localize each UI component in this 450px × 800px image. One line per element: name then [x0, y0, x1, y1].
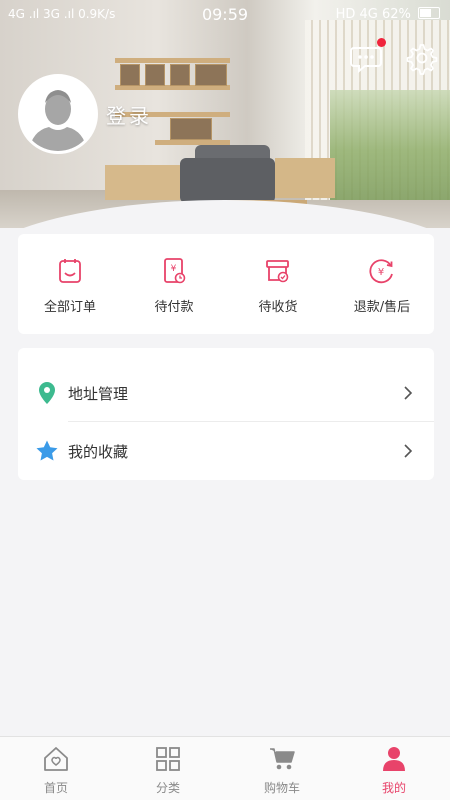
tab-category-label: 分类	[155, 781, 180, 795]
menu-card: 地址管理 我的收藏	[18, 348, 434, 480]
home-icon	[44, 747, 68, 771]
banner-garden	[330, 90, 450, 200]
bottom-tab-bar: 首页 分类 购物车 我的	[0, 736, 450, 800]
grid-icon	[156, 747, 180, 771]
profile-page: 4G .ıl 3G .ıl 0.9K/s 09:59 HD 4G 62% 登录	[0, 0, 450, 800]
star-icon	[36, 440, 58, 461]
tab-category[interactable]: 分类	[112, 737, 224, 800]
location-pin-icon	[39, 382, 55, 404]
banner-box	[145, 64, 165, 86]
unread-badge	[377, 38, 386, 47]
pending-receipt-icon	[266, 260, 289, 283]
banner-shelf	[115, 58, 230, 63]
svg-text:¥: ¥	[171, 264, 177, 274]
battery-icon	[418, 7, 440, 19]
order-refund-label: 退款/售后	[353, 300, 411, 315]
chevron-right-icon	[404, 444, 413, 458]
login-link[interactable]: 登录	[106, 100, 152, 129]
avatar[interactable]	[18, 74, 98, 154]
banner-box	[195, 64, 227, 86]
order-shortcuts-card: 全部订单 ¥ 待付款 待收货 ¥ 退款/售后	[18, 234, 434, 334]
banner-cabinet	[275, 158, 335, 198]
settings-button[interactable]	[404, 40, 440, 76]
order-pending-payment-button[interactable]: ¥ 待付款	[122, 234, 226, 334]
banner-box	[120, 64, 140, 86]
status-battery-text: HD 4G 62%	[335, 7, 411, 22]
banner-box	[170, 118, 212, 140]
svg-text:¥: ¥	[378, 267, 384, 278]
menu-item-address[interactable]: 地址管理	[18, 364, 434, 422]
tab-home-label: 首页	[43, 781, 68, 795]
default-avatar-icon	[21, 77, 95, 151]
pending-payment-icon: ¥	[164, 258, 186, 284]
status-bar: 4G .ıl 3G .ıl 0.9K/s 09:59 HD 4G 62%	[0, 0, 450, 30]
menu-item-favorites[interactable]: 我的收藏	[18, 422, 434, 480]
tab-mine-label: 我的	[381, 781, 406, 795]
order-pending-payment-label: 待付款	[154, 300, 194, 315]
tab-cart-label: 购物车	[263, 781, 300, 795]
order-all-button[interactable]: 全部订单	[18, 234, 122, 334]
refund-icon: ¥	[369, 259, 393, 284]
chevron-right-icon	[404, 386, 413, 400]
tab-mine[interactable]: 我的	[338, 737, 450, 800]
menu-item-favorites-label: 我的收藏	[68, 443, 129, 461]
order-list-icon	[59, 259, 81, 283]
banner-sofa	[180, 158, 275, 203]
tab-home[interactable]: 首页	[0, 737, 112, 800]
person-icon	[383, 747, 405, 771]
cart-icon	[270, 748, 295, 770]
order-refund-button[interactable]: ¥ 退款/售后	[330, 234, 434, 334]
menu-item-address-label: 地址管理	[68, 385, 129, 403]
gear-icon	[406, 44, 438, 75]
status-right: HD 4G 62%	[336, 7, 440, 22]
order-pending-receipt-label: 待收货	[258, 300, 298, 315]
banner-tv-unit	[105, 165, 180, 200]
banner-box	[170, 64, 190, 86]
order-all-label: 全部订单	[43, 300, 96, 315]
order-pending-receipt-button[interactable]: 待收货	[226, 234, 330, 334]
tab-cart[interactable]: 购物车	[226, 737, 338, 800]
